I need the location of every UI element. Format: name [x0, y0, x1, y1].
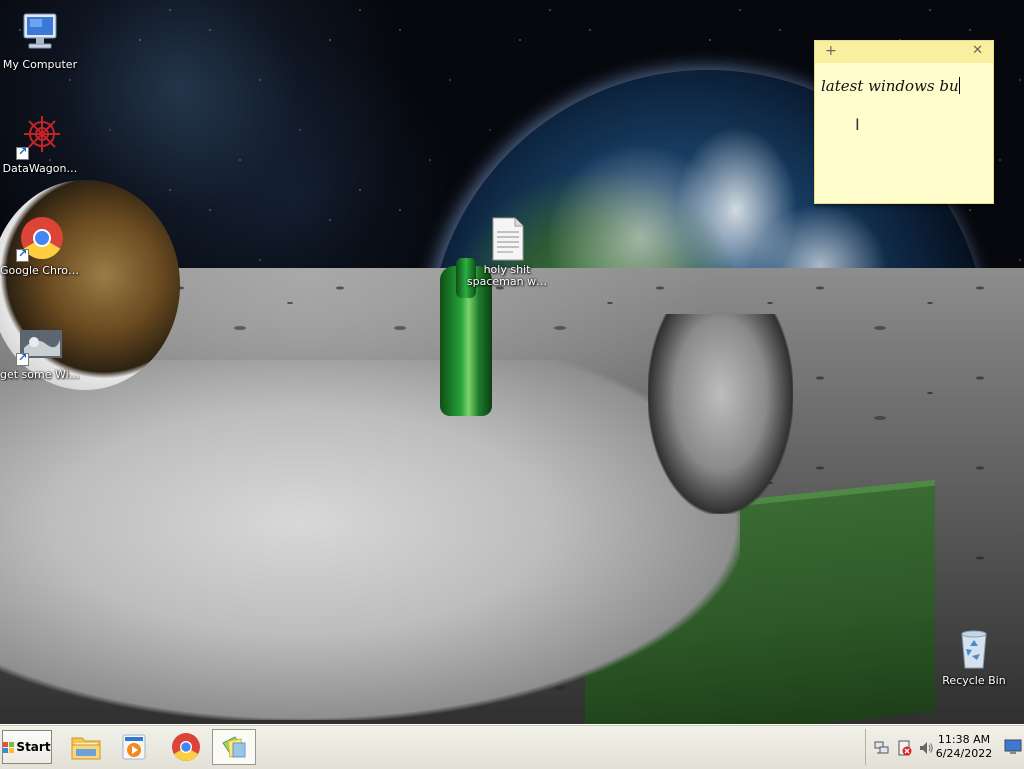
show-desktop-icon[interactable] [1004, 739, 1022, 755]
desktop-icon-recycle-bin[interactable]: Recycle Bin [934, 624, 1014, 687]
wine-icon [16, 318, 64, 366]
sticky-note[interactable]: + ✕ latest windows bu I [814, 40, 994, 204]
start-label: Start [16, 740, 51, 754]
desktop-icon-label: holy shit spaceman w… [466, 264, 548, 288]
clock-time: 11:38 AM [937, 733, 991, 746]
wallpaper-bottle [440, 258, 492, 416]
wallpaper-astronaut [0, 360, 740, 720]
sticky-notes-icon [222, 736, 246, 758]
close-icon[interactable]: ✕ [972, 43, 983, 58]
ibeam-cursor-icon: I [855, 115, 860, 134]
taskbar-sticky-notes-button[interactable] [212, 729, 256, 765]
shortcut-arrow-icon [16, 247, 29, 262]
chrome-icon [16, 214, 64, 262]
taskbar-chrome-button[interactable] [164, 729, 208, 765]
taskbar-media-player-button[interactable] [112, 729, 156, 765]
system-tray: 11:38 AM 6/24/2022 [865, 729, 1024, 765]
text-caret [958, 77, 960, 94]
desktop-icon-google-chrome[interactable]: Google Chrome [0, 214, 80, 277]
windows-logo-icon [3, 741, 15, 753]
desktop-icon-label: My Computer [2, 58, 78, 71]
network-icon[interactable] [874, 740, 890, 756]
datawagon-icon [16, 112, 64, 160]
folder-icon [71, 737, 101, 760]
recycle-bin-icon [950, 624, 998, 672]
shortcut-arrow-icon [16, 351, 29, 366]
desktop-icon-label: get some Wine [0, 368, 80, 381]
wallpaper-boots [648, 314, 793, 514]
desktop-icon-label: DataWagon… [2, 162, 78, 175]
desktop-icon-label: Recycle Bin [942, 674, 1006, 687]
chrome-icon [172, 733, 200, 762]
clock-date: 6/24/2022 [935, 747, 993, 760]
desktop-icon-get-some-wine[interactable]: get some Wine [0, 318, 80, 381]
action-center-icon[interactable] [896, 740, 912, 756]
desktop: My Computer DataWagon… [0, 0, 1024, 724]
desktop-icon-text-file[interactable]: holy shit spaceman w… [466, 214, 548, 288]
shortcut-arrow-icon [16, 145, 29, 160]
new-note-icon[interactable]: + [825, 43, 837, 59]
taskbar-explorer-button[interactable] [64, 729, 108, 765]
taskbar: Start 11:38 AM 6/24/2022 [0, 724, 1024, 769]
desktop-icon-my-computer[interactable]: My Computer [0, 8, 80, 71]
sticky-note-text[interactable]: latest windows bu [815, 63, 993, 95]
taskbar-clock[interactable]: 11:38 AM 6/24/2022 [928, 733, 1000, 761]
media-player-icon [122, 734, 146, 760]
sticky-note-titlebar[interactable]: + ✕ [815, 41, 993, 63]
start-button[interactable]: Start [2, 730, 52, 764]
text-file-icon [483, 214, 531, 262]
desktop-icon-label: Google Chrome [0, 264, 80, 277]
desktop-icon-datawagon[interactable]: DataWagon… [0, 112, 80, 175]
sticky-note-content: latest windows bu [821, 77, 959, 95]
computer-icon [16, 8, 64, 56]
